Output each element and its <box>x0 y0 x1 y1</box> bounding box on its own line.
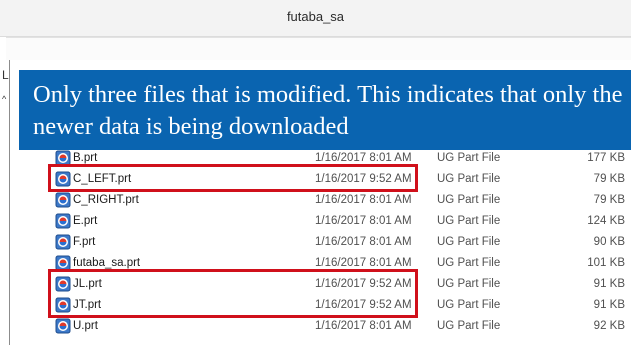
file-row[interactable]: U.prt 1/16/2017 8:01 AM UG Part File 92 … <box>0 316 631 337</box>
collapse-caret-icon[interactable]: ^ <box>2 94 6 104</box>
title-bar: futaba_sa <box>0 0 631 37</box>
file-type: UG Part File <box>437 173 501 185</box>
file-type: UG Part File <box>437 278 501 290</box>
ug-part-icon <box>55 234 71 250</box>
file-size: 91 KB <box>593 278 625 290</box>
file-date: 1/16/2017 8:01 AM <box>315 194 412 206</box>
file-name: E.prt <box>73 215 98 227</box>
file-name: futaba_sa.prt <box>73 257 141 269</box>
file-size: 92 KB <box>593 320 625 332</box>
file-type: UG Part File <box>437 215 501 227</box>
file-type: UG Part File <box>437 236 501 248</box>
file-row[interactable]: E.prt 1/16/2017 8:01 AM UG Part File 124… <box>0 211 631 232</box>
file-type: UG Part File <box>437 194 501 206</box>
file-row[interactable]: C_RIGHT.prt 1/16/2017 8:01 AM UG Part Fi… <box>0 190 631 211</box>
file-size: 79 KB <box>593 173 625 185</box>
file-name: F.prt <box>73 236 96 248</box>
nav-pane-fragment-label: L <box>2 68 9 82</box>
ug-part-icon <box>55 318 71 334</box>
window-title: futaba_sa <box>286 9 345 24</box>
explorer-window: futaba_sa L ^ B.prt 1/16/2017 8:01 AM UG… <box>0 0 631 345</box>
file-type: UG Part File <box>437 320 501 332</box>
annotation-banner: Only three files that is modified. This … <box>19 70 631 150</box>
file-name: U.prt <box>73 320 98 332</box>
file-type: UG Part File <box>437 299 501 311</box>
file-date: 1/16/2017 8:01 AM <box>315 320 412 332</box>
file-date: 1/16/2017 8:01 AM <box>315 236 412 248</box>
file-type: UG Part File <box>437 152 501 164</box>
file-size: 124 KB <box>587 215 625 227</box>
file-date: 1/16/2017 8:01 AM <box>315 215 412 227</box>
file-size: 91 KB <box>593 299 625 311</box>
file-name: C_RIGHT.prt <box>73 194 139 206</box>
file-size: 90 KB <box>593 236 625 248</box>
highlight-box-jl-jt <box>48 269 418 318</box>
file-row[interactable]: F.prt 1/16/2017 8:01 AM UG Part File 90 … <box>0 232 631 253</box>
address-bar[interactable] <box>6 37 631 61</box>
file-type: UG Part File <box>437 257 501 269</box>
file-date: 1/16/2017 8:01 AM <box>315 257 412 269</box>
file-name: B.prt <box>73 152 98 164</box>
file-size: 79 KB <box>593 194 625 206</box>
file-size: 177 KB <box>587 152 625 164</box>
ug-part-icon <box>55 192 71 208</box>
file-date: 1/16/2017 8:01 AM <box>315 152 412 164</box>
ug-part-icon <box>55 213 71 229</box>
highlight-box-c-left <box>48 164 418 192</box>
file-size: 101 KB <box>587 257 625 269</box>
